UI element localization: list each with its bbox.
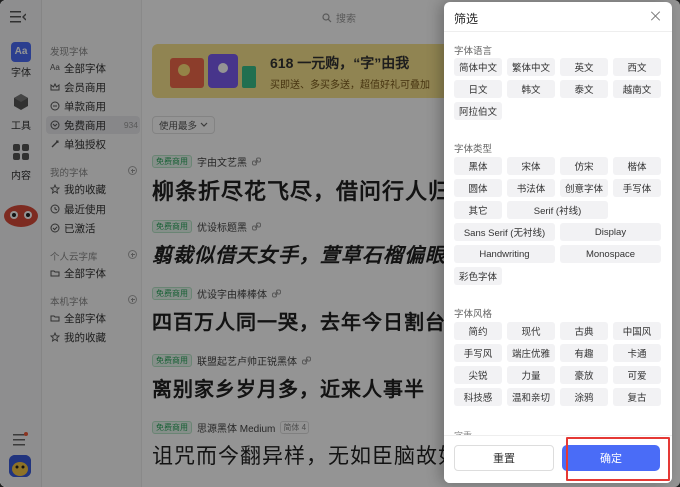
- chip-type-creative[interactable]: 创意字体: [560, 179, 608, 197]
- chip-type-monospace[interactable]: Monospace: [560, 245, 661, 263]
- chip-style-chinese[interactable]: 中国风: [613, 322, 661, 340]
- chip-type-song[interactable]: 宋体: [507, 157, 555, 175]
- chip-type-fangsong[interactable]: 仿宋: [560, 157, 608, 175]
- chip-type-handwritten[interactable]: 手写体: [613, 179, 661, 197]
- chip-type-kai[interactable]: 楷体: [613, 157, 661, 175]
- chip-style-simple[interactable]: 简约: [454, 322, 502, 340]
- chip-lang-english[interactable]: 英文: [560, 58, 608, 76]
- chip-style-classic[interactable]: 古典: [560, 322, 608, 340]
- chip-type-hei[interactable]: 黑体: [454, 157, 502, 175]
- chip-lang-japanese[interactable]: 日文: [454, 80, 502, 98]
- filter-panel: 筛选 字体语言 简体中文 繁体中文 英文 西文 日文 韩文 泰文 越南文 阿拉伯…: [444, 2, 672, 483]
- chip-style-fun[interactable]: 有趣: [560, 344, 608, 362]
- chip-style-cartoon[interactable]: 卡通: [613, 344, 661, 362]
- chip-style-warm[interactable]: 温和亲切: [507, 388, 555, 406]
- chip-lang-vietnamese[interactable]: 越南文: [613, 80, 661, 98]
- filter-header: 筛选: [444, 2, 672, 32]
- chip-lang-arabic[interactable]: 阿拉伯文: [454, 102, 502, 120]
- chip-type-other[interactable]: 其它: [454, 201, 502, 219]
- highlight-annotation: [566, 437, 670, 481]
- filter-title: 筛选: [454, 12, 479, 26]
- chip-style-power[interactable]: 力量: [507, 366, 555, 384]
- chip-type-display[interactable]: Display: [560, 223, 661, 241]
- chip-style-graffiti[interactable]: 涂鸦: [560, 388, 608, 406]
- close-icon[interactable]: [650, 11, 660, 21]
- chip-type-serif[interactable]: Serif (衬线): [507, 201, 608, 219]
- chip-type-handwriting[interactable]: Handwriting: [454, 245, 555, 263]
- chip-style-tech[interactable]: 科技感: [454, 388, 502, 406]
- chip-style-sharp[interactable]: 尖锐: [454, 366, 502, 384]
- chip-type-calligraphy[interactable]: 书法体: [507, 179, 555, 197]
- app-window: Aa 字体 工具 内容 搜索 发现字体 Aa 全部字体 会员商用 单款商用 免费…: [0, 0, 680, 487]
- chip-lang-western[interactable]: 西文: [613, 58, 661, 76]
- chip-style-bold[interactable]: 豪放: [560, 366, 608, 384]
- chip-style-elegant[interactable]: 端庄优雅: [507, 344, 555, 362]
- chip-lang-korean[interactable]: 韩文: [507, 80, 555, 98]
- chip-style-cute[interactable]: 可爱: [613, 366, 661, 384]
- chip-lang-traditional[interactable]: 繁体中文: [507, 58, 555, 76]
- chip-style-retro[interactable]: 复古: [613, 388, 661, 406]
- chip-type-sans-serif[interactable]: Sans Serif (无衬线): [454, 223, 555, 241]
- section-title-language: 字体语言: [454, 46, 493, 57]
- chip-type-color[interactable]: 彩色字体: [454, 267, 502, 285]
- section-title-style: 字体风格: [454, 309, 493, 320]
- chip-lang-thai[interactable]: 泰文: [560, 80, 608, 98]
- chip-style-modern[interactable]: 现代: [507, 322, 555, 340]
- reset-button[interactable]: 重置: [454, 445, 554, 471]
- section-title-type: 字体类型: [454, 144, 493, 155]
- chip-type-round[interactable]: 圆体: [454, 179, 502, 197]
- chip-lang-simplified[interactable]: 简体中文: [454, 58, 502, 76]
- chip-style-handwritten[interactable]: 手写风: [454, 344, 502, 362]
